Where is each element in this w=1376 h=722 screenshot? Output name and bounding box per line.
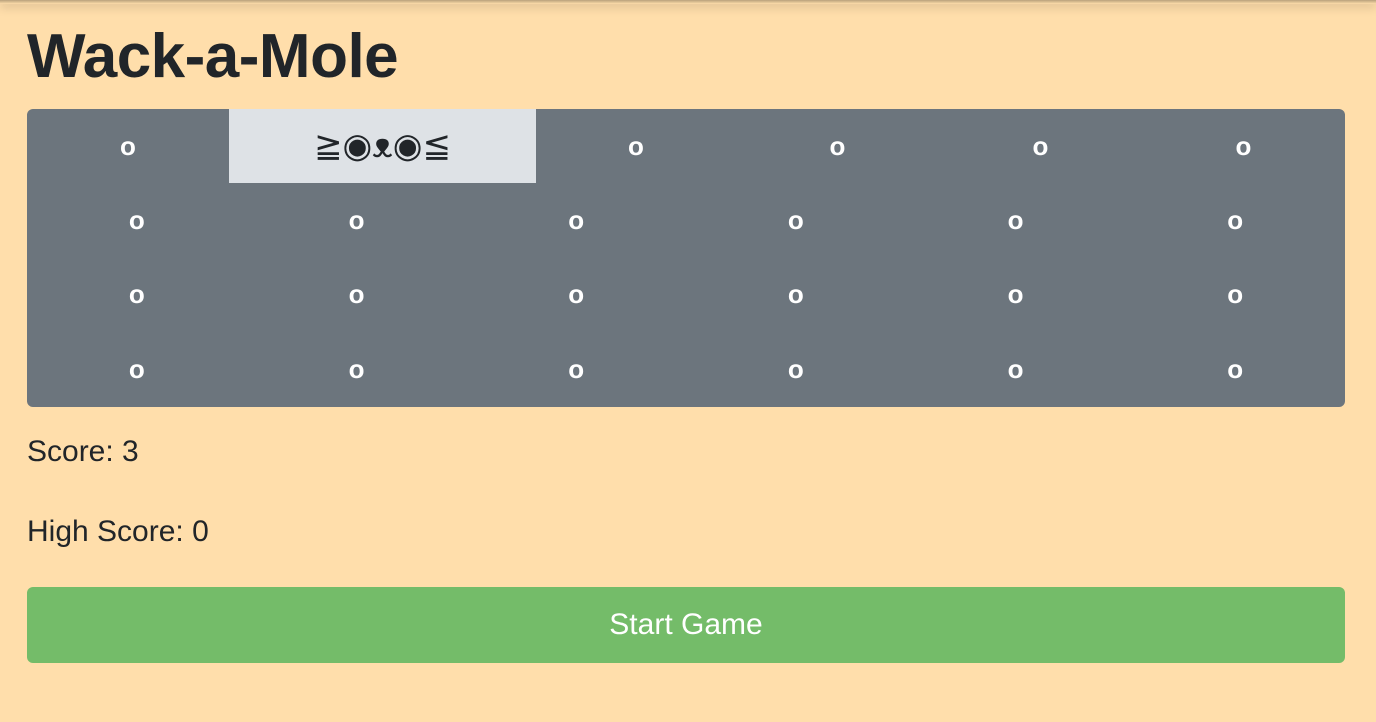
mole-hole-active[interactable]: ≧◉ᴥ◉≦ — [229, 109, 536, 183]
mole-hole[interactable]: o — [1125, 183, 1345, 257]
board-row: o ≧◉ᴥ◉≦ o o o o — [27, 109, 1345, 183]
mole-hole[interactable]: o — [27, 331, 247, 407]
score-label: Score: 3 — [27, 435, 139, 468]
mole-hole[interactable]: o — [686, 257, 906, 331]
mole-hole[interactable]: o — [1142, 109, 1345, 183]
mole-hole[interactable]: o — [27, 183, 247, 257]
mole-hole[interactable]: o — [906, 331, 1126, 407]
mole-hole[interactable]: o — [247, 183, 467, 257]
mole-hole[interactable]: o — [466, 257, 686, 331]
page-title: Wack-a-Mole — [27, 22, 399, 91]
mole-hole[interactable]: o — [736, 109, 939, 183]
mole-hole[interactable]: o — [686, 183, 906, 257]
mole-hole[interactable]: o — [466, 183, 686, 257]
mole-hole[interactable]: o — [1125, 257, 1345, 331]
mole-hole[interactable]: o — [466, 331, 686, 407]
game-board: o ≧◉ᴥ◉≦ o o o o o o o o o o o o o o o o … — [27, 109, 1345, 407]
mole-hole[interactable]: o — [906, 257, 1126, 331]
mole-hole[interactable]: o — [1125, 331, 1345, 407]
mole-hole[interactable]: o — [27, 109, 229, 183]
mole-hole[interactable]: o — [247, 331, 467, 407]
mole-hole[interactable]: o — [939, 109, 1142, 183]
mole-hole[interactable]: o — [27, 257, 247, 331]
mole-hole[interactable]: o — [247, 257, 467, 331]
board-row: o o o o o o — [27, 257, 1345, 331]
high-score-label: High Score: 0 — [27, 515, 209, 548]
board-row: o o o o o o — [27, 183, 1345, 257]
mole-hole[interactable]: o — [686, 331, 906, 407]
mole-hole[interactable]: o — [536, 109, 736, 183]
start-game-button[interactable]: Start Game — [27, 587, 1345, 663]
mole-hole[interactable]: o — [906, 183, 1126, 257]
board-row: o o o o o o — [27, 331, 1345, 407]
top-shadow — [0, 0, 1376, 4]
